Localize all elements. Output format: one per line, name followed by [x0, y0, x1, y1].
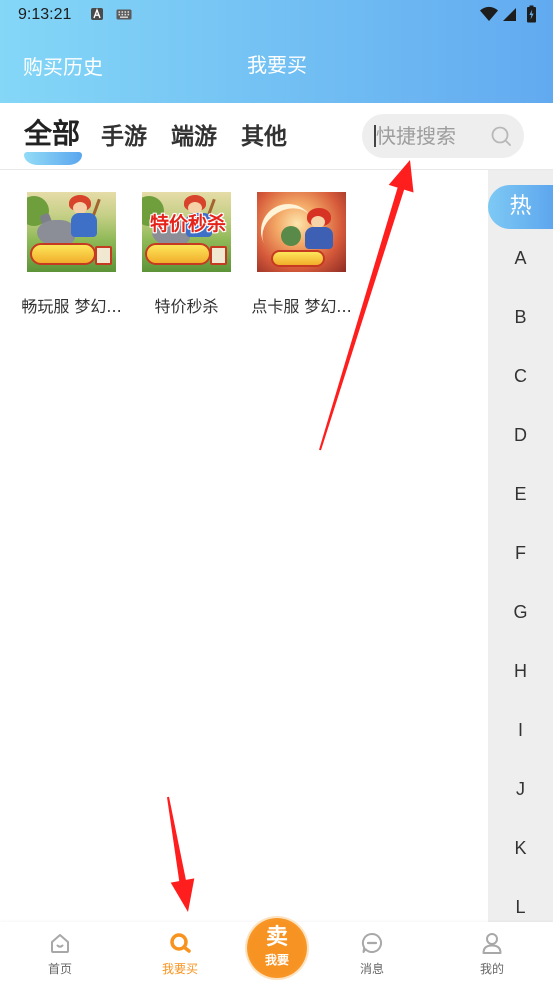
tab-other[interactable]: 其他	[241, 123, 287, 151]
search-box[interactable]	[362, 114, 524, 158]
art-shield	[281, 226, 301, 246]
index-letter[interactable]: I	[488, 701, 553, 760]
game-thumbnail	[27, 192, 116, 272]
index-letter[interactable]: H	[488, 642, 553, 701]
game-thumbnail	[257, 192, 346, 272]
search-icon[interactable]	[490, 125, 512, 147]
active-tab-indicator	[24, 152, 82, 165]
sell-button-main-label: 卖	[265, 925, 288, 950]
index-letter[interactable]: K	[488, 819, 553, 878]
signal-icon	[503, 8, 516, 21]
message-icon	[361, 932, 383, 953]
status-time: 9:13:21	[18, 6, 72, 23]
game-logo	[145, 243, 211, 265]
tabs-divider	[0, 169, 553, 170]
game-card[interactable]: 点卡服 梦幻...	[244, 192, 359, 317]
game-logo-badge	[95, 246, 112, 265]
page-title: 我要买	[247, 53, 307, 77]
buy-search-icon	[170, 933, 191, 953]
nav-home[interactable]: 首页	[20, 922, 100, 984]
game-thumbnail: 特价秒杀	[142, 192, 231, 272]
index-letter-list: A B C D E F G H I J K L	[488, 229, 553, 937]
home-icon	[51, 934, 69, 953]
art-character-body	[71, 213, 97, 237]
nav-label: 首页	[47, 962, 72, 976]
index-letter[interactable]: C	[488, 347, 553, 406]
game-card-label: 点卡服 梦幻...	[251, 297, 352, 316]
game-logo-badge	[210, 246, 227, 265]
sale-banner-text: 特价秒杀	[149, 213, 226, 235]
index-letter[interactable]: J	[488, 760, 553, 819]
game-card[interactable]: 畅玩服 梦幻...	[14, 192, 129, 317]
game-logo	[271, 250, 325, 267]
index-letter[interactable]: D	[488, 406, 553, 465]
tab-all[interactable]: 全部	[24, 116, 80, 152]
nav-label: 消息	[359, 962, 384, 976]
index-letter[interactable]: E	[488, 465, 553, 524]
wifi-icon	[480, 6, 498, 21]
nav-profile[interactable]: 我的	[452, 922, 532, 984]
nav-label: 我的	[479, 962, 504, 976]
index-letter[interactable]: A	[488, 229, 553, 288]
battery-charging-icon	[527, 5, 536, 23]
nav-buy[interactable]: 我要买	[140, 922, 220, 984]
app-header: 9:13:21 购买历史 我要买	[0, 0, 553, 103]
a-app-icon	[91, 8, 103, 20]
profile-icon	[482, 933, 502, 954]
sell-button[interactable]: 卖 我要	[247, 918, 307, 978]
game-card-label: 畅玩服 梦幻...	[21, 297, 122, 316]
sell-button-sub-label: 我要	[264, 953, 289, 967]
index-hot[interactable]: 热	[488, 185, 553, 229]
game-card[interactable]: 特价秒杀 特价秒杀	[129, 192, 244, 317]
nav-label: 我要买	[161, 962, 198, 976]
nav-messages[interactable]: 消息	[332, 922, 412, 984]
keyboard-icon	[116, 9, 132, 20]
index-letter[interactable]: F	[488, 524, 553, 583]
search-input[interactable]	[376, 114, 488, 158]
purchase-history-link[interactable]: 购买历史	[23, 55, 103, 79]
game-card-label: 特价秒杀	[154, 297, 219, 316]
tab-pc-games[interactable]: 端游	[171, 123, 217, 151]
art-character-body	[305, 227, 333, 249]
game-logo	[30, 243, 96, 265]
index-letter[interactable]: G	[488, 583, 553, 642]
tab-mobile-games[interactable]: 手游	[101, 123, 147, 151]
annotation-arrow-to-buy-tab	[167, 796, 195, 912]
index-letter[interactable]: B	[488, 288, 553, 347]
